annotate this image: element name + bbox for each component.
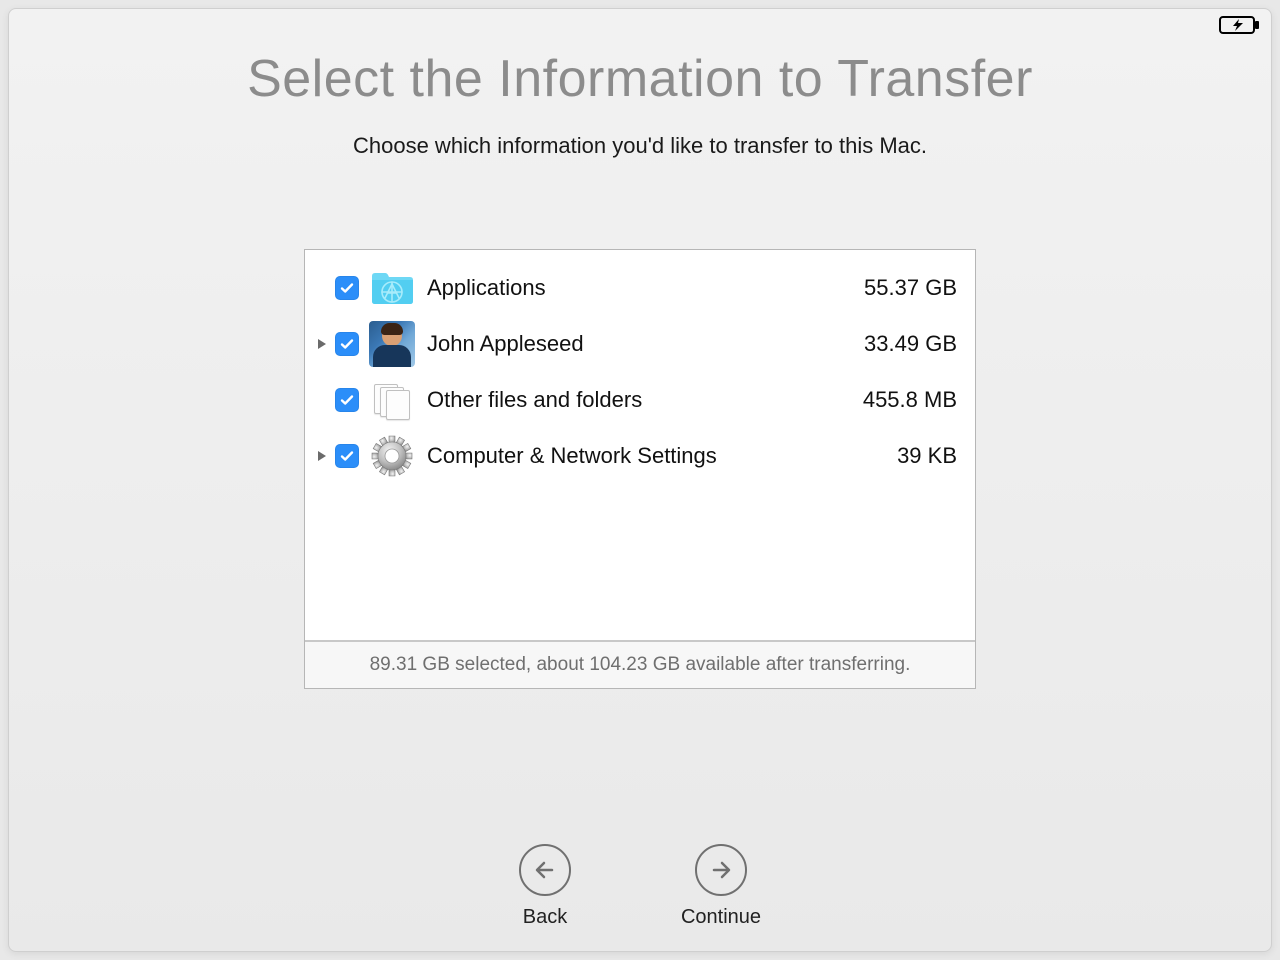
page-title: Select the Information to Transfer <box>247 49 1033 109</box>
disclosure-triangle-icon[interactable] <box>313 450 331 462</box>
arrow-right-icon <box>695 844 747 896</box>
checkbox[interactable] <box>335 332 359 356</box>
gear-icon <box>369 433 415 479</box>
list-item[interactable]: Applications 55.37 GB <box>305 260 975 316</box>
list-item[interactable]: John Appleseed 33.49 GB <box>305 316 975 372</box>
arrow-left-icon <box>519 844 571 896</box>
item-label: Computer & Network Settings <box>427 443 897 469</box>
transfer-item-list: Applications 55.37 GB John Appleseed 33.… <box>305 250 975 640</box>
page-subtitle: Choose which information you'd like to t… <box>353 133 927 159</box>
applications-folder-icon <box>369 265 415 311</box>
user-avatar-icon <box>369 321 415 367</box>
checkbox[interactable] <box>335 276 359 300</box>
battery-charging-icon <box>1219 15 1261 35</box>
item-label: Applications <box>427 275 864 301</box>
item-size: 39 KB <box>897 443 957 469</box>
nav-buttons: Back Continue <box>9 844 1271 929</box>
item-label: John Appleseed <box>427 331 864 357</box>
item-label: Other files and folders <box>427 387 863 413</box>
item-size: 33.49 GB <box>864 331 957 357</box>
checkbox[interactable] <box>335 444 359 468</box>
continue-label: Continue <box>681 906 761 929</box>
migration-assistant-window: Select the Information to Transfer Choos… <box>8 8 1272 952</box>
checkbox[interactable] <box>335 388 359 412</box>
list-item[interactable]: Computer & Network Settings 39 KB <box>305 428 975 484</box>
back-button[interactable]: Back <box>519 844 571 929</box>
list-item[interactable]: Other files and folders 455.8 MB <box>305 372 975 428</box>
disclosure-triangle-icon[interactable] <box>313 338 331 350</box>
selection-summary: 89.31 GB selected, about 104.23 GB avail… <box>305 640 975 688</box>
continue-button[interactable]: Continue <box>681 844 761 929</box>
transfer-selection-panel: Applications 55.37 GB John Appleseed 33.… <box>304 249 976 689</box>
item-size: 55.37 GB <box>864 275 957 301</box>
item-size: 455.8 MB <box>863 387 957 413</box>
documents-stack-icon <box>369 377 415 423</box>
back-label: Back <box>523 906 567 929</box>
